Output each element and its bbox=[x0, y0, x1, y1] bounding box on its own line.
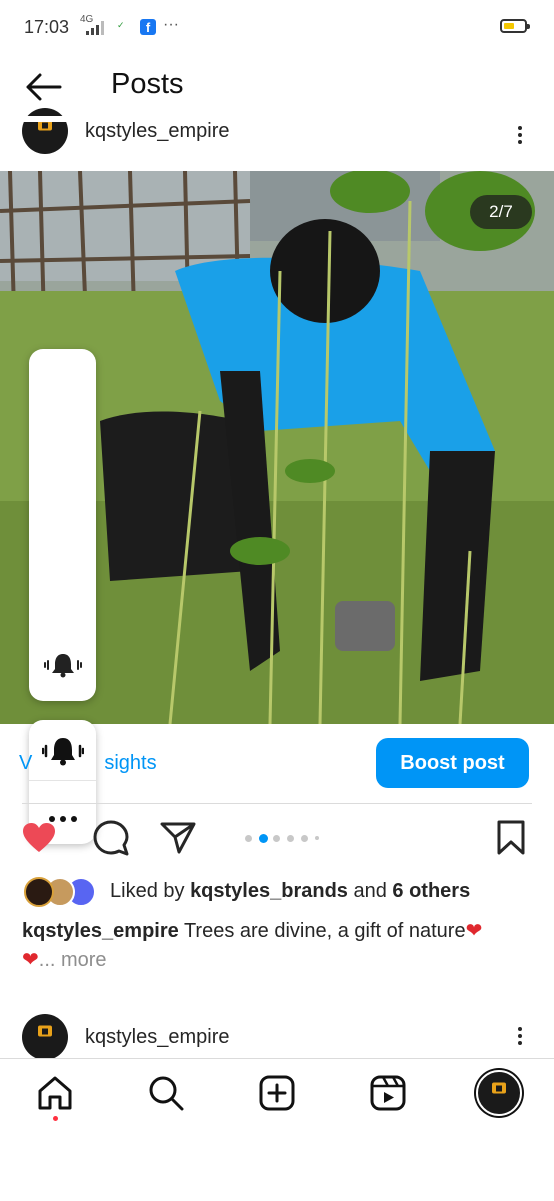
post-author-username[interactable]: kqstyles_empire bbox=[85, 120, 230, 143]
signal-icon bbox=[86, 21, 108, 35]
liked-by-text[interactable]: Liked by kqstyles_brands and 6 others bbox=[110, 880, 470, 903]
insights-label-start: V bbox=[19, 752, 33, 774]
carousel-dot bbox=[301, 834, 308, 842]
facebook-icon: f bbox=[140, 19, 156, 35]
carousel-dot bbox=[287, 834, 294, 842]
liker-avatar bbox=[24, 877, 54, 907]
menu-divider bbox=[29, 780, 96, 781]
volume-slider[interactable] bbox=[29, 349, 96, 701]
comment-icon[interactable] bbox=[93, 820, 129, 856]
heart-icon[interactable] bbox=[22, 822, 56, 854]
search-icon[interactable] bbox=[148, 1075, 184, 1111]
post-author-avatar[interactable] bbox=[22, 1014, 68, 1060]
divider bbox=[22, 803, 532, 804]
ellipsis-icon[interactable] bbox=[49, 809, 77, 822]
battery-icon bbox=[500, 19, 530, 33]
post-options-icon[interactable] bbox=[518, 126, 522, 144]
reels-icon[interactable] bbox=[370, 1075, 406, 1111]
header-edge bbox=[0, 116, 554, 122]
carousel-dot bbox=[273, 834, 280, 842]
arrow-left-icon[interactable] bbox=[24, 72, 62, 102]
liked-by-user[interactable]: kqstyles_brands bbox=[190, 880, 348, 902]
create-icon[interactable] bbox=[259, 1075, 295, 1111]
caption-more-link[interactable]: ... more bbox=[39, 949, 107, 971]
boost-post-button[interactable]: Boost post bbox=[376, 738, 529, 788]
header bbox=[0, 56, 554, 116]
post-caption: kqstyles_empire Trees are divine, a gift… bbox=[22, 917, 532, 975]
share-icon[interactable] bbox=[160, 822, 196, 854]
bookmark-icon[interactable] bbox=[497, 820, 525, 856]
view-insights-link[interactable]: Vsights bbox=[19, 752, 157, 775]
bottom-nav bbox=[0, 1058, 554, 1201]
post-author-avatar[interactable] bbox=[22, 108, 68, 154]
home-active-dot bbox=[53, 1116, 58, 1121]
more-notifications-icon: ··· bbox=[163, 16, 179, 33]
profile-avatar[interactable] bbox=[476, 1070, 522, 1116]
liked-by-others[interactable]: 6 others bbox=[392, 880, 470, 902]
carousel-dot bbox=[245, 834, 252, 842]
carousel-dot bbox=[259, 833, 268, 843]
app-notification-icon: ✓ bbox=[117, 20, 125, 30]
heart-emoji-icon: ❤ bbox=[465, 920, 483, 942]
status-time: 17:03 bbox=[24, 17, 70, 37]
page-title: Posts bbox=[111, 68, 184, 100]
caption-text: Trees are divine, a gift of nature bbox=[178, 920, 466, 942]
liker-avatars[interactable] bbox=[24, 877, 100, 907]
post-author-username[interactable]: kqstyles_empire bbox=[85, 1026, 230, 1049]
bell-ring-icon bbox=[44, 652, 82, 678]
carousel-page-counter: 2/7 bbox=[470, 195, 532, 229]
home-icon[interactable] bbox=[37, 1075, 73, 1111]
post-options-icon[interactable] bbox=[518, 1027, 522, 1045]
liked-by-middle: and bbox=[347, 880, 393, 902]
caption-username[interactable]: kqstyles_empire bbox=[22, 920, 179, 942]
liked-by-prefix: Liked by bbox=[110, 880, 191, 902]
status-bar: 17:03 4G ✓ f ··· bbox=[0, 0, 554, 56]
insights-label-end: sights bbox=[104, 752, 157, 774]
carousel-indicator bbox=[245, 832, 325, 844]
heart-emoji-icon: ❤ bbox=[22, 949, 39, 971]
carousel-dot bbox=[315, 836, 319, 840]
